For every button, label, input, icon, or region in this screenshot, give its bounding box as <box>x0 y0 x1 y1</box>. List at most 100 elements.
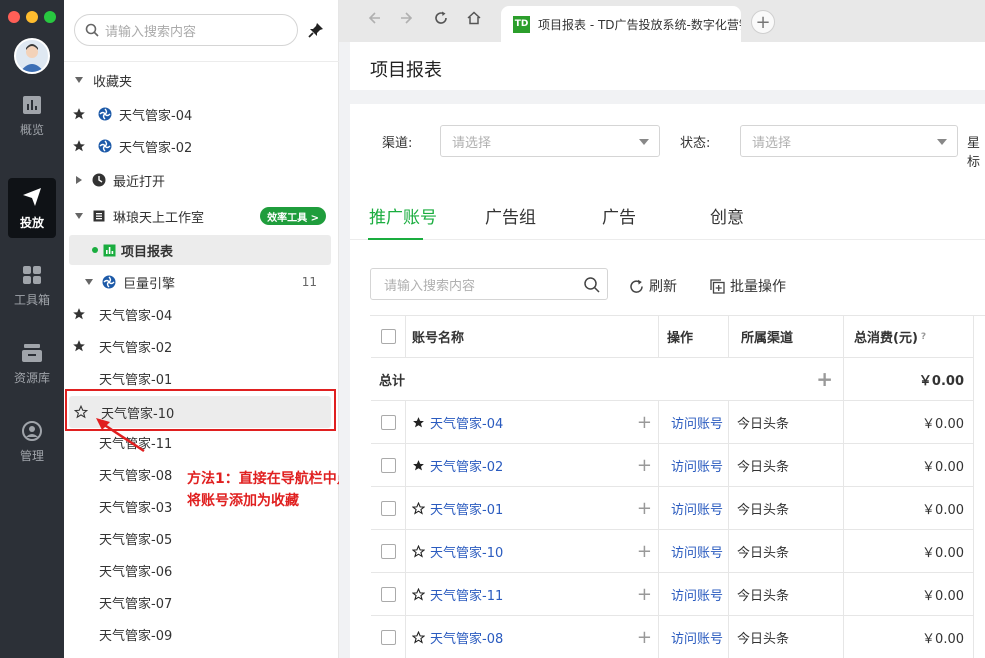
close-window-button[interactable] <box>8 11 20 23</box>
row-checkbox[interactable] <box>380 629 396 645</box>
engine-group[interactable]: 巨量引擎 11 <box>69 268 331 296</box>
star-filled-icon[interactable] <box>69 307 89 321</box>
row-checkbox[interactable] <box>380 543 396 559</box>
row-checkbox[interactable] <box>380 414 396 430</box>
visit-account-link[interactable]: 访问账号 <box>671 628 723 647</box>
spend-cell: ￥0.00 <box>844 616 974 658</box>
star-filled-icon[interactable] <box>412 416 425 429</box>
rail-item-toolbox[interactable]: 工具箱 <box>8 256 56 316</box>
rail-item-manage[interactable]: 管理 <box>8 412 56 472</box>
star-filled-icon[interactable] <box>412 459 425 472</box>
visit-account-link[interactable]: 访问账号 <box>671 413 723 432</box>
header-total-spend[interactable]: 总消费(元) ? <box>844 316 974 358</box>
favorite-name: 天气管家-04 <box>119 108 193 124</box>
refresh-button[interactable]: 刷新 <box>629 276 677 296</box>
help-icon[interactable]: ? <box>921 332 926 342</box>
tab-ad-groups[interactable]: 广告组 <box>485 203 536 228</box>
launch-icon <box>23 187 41 206</box>
chevron-right-icon <box>69 176 89 184</box>
chevron-down-icon <box>69 76 89 84</box>
row-checkbox[interactable] <box>380 586 396 602</box>
star-filled-icon[interactable] <box>69 139 89 153</box>
nav-item-project-report[interactable]: 项目报表 <box>69 235 331 265</box>
visit-account-link[interactable]: 访问账号 <box>671 499 723 518</box>
visit-account-link[interactable]: 访问账号 <box>671 585 723 604</box>
nav-account-item[interactable]: 天气管家-02 <box>69 332 331 360</box>
account-name-link[interactable]: 天气管家-04 <box>430 413 503 432</box>
spend-value: ￥0.00 <box>922 631 964 647</box>
channel-value: 今日头条 <box>737 588 790 604</box>
nav-account-item[interactable]: 天气管家-06 <box>69 556 331 584</box>
status-filter-label: 状态: <box>680 136 711 151</box>
expand-icon[interactable]: + <box>637 412 652 433</box>
add-column-icon[interactable]: + <box>816 367 833 391</box>
nav-account-item[interactable]: 天气管家-07 <box>69 588 331 616</box>
favorite-item[interactable]: 天气管家-02 <box>69 132 331 160</box>
reload-icon[interactable] <box>434 11 448 29</box>
table-row: 天气管家-10 + 访问账号 今日头条 ￥0.00 <box>371 530 985 573</box>
account-name-link[interactable]: 天气管家-11 <box>430 585 503 604</box>
workspace-label: 琳琅天上工作室 <box>113 210 205 226</box>
account-name-link[interactable]: 天气管家-10 <box>430 542 503 561</box>
back-icon[interactable] <box>367 11 381 29</box>
spend-value: ￥0.00 <box>922 545 964 561</box>
avatar[interactable] <box>14 38 50 74</box>
maximize-window-button[interactable] <box>44 11 56 23</box>
recent-group[interactable]: 最近打开 <box>69 166 331 194</box>
expand-icon[interactable]: + <box>637 455 652 476</box>
batch-operation-button[interactable]: 批量操作 <box>710 276 786 296</box>
status-select[interactable]: 请选择 <box>740 125 958 157</box>
table-search-input[interactable]: 请输入搜索内容 <box>370 268 608 300</box>
rail-item-launch[interactable]: 投放 <box>8 178 56 238</box>
row-checkbox[interactable] <box>380 457 396 473</box>
overview-icon <box>23 95 41 114</box>
star-filled-icon[interactable] <box>69 339 89 353</box>
select-all-checkbox[interactable] <box>380 329 396 344</box>
workspace-group[interactable]: 琳琅天上工作室 效率工具 > <box>69 202 331 230</box>
forward-icon[interactable] <box>400 11 414 29</box>
channel-cell: 今日头条 <box>729 530 844 573</box>
account-name-cell: 天气管家-10 + <box>406 530 659 573</box>
nav-account-name: 天气管家-07 <box>99 596 173 612</box>
minimize-window-button[interactable] <box>26 11 38 23</box>
expand-icon[interactable]: + <box>637 627 652 648</box>
engine-count: 11 <box>301 275 317 289</box>
pin-icon[interactable] <box>308 22 324 38</box>
expand-icon[interactable]: + <box>637 584 652 605</box>
expand-icon[interactable]: + <box>637 541 652 562</box>
star-outline-icon[interactable] <box>412 587 425 601</box>
tab-creatives[interactable]: 创意 <box>710 203 744 228</box>
channel-select[interactable]: 请选择 <box>440 125 660 157</box>
star-filled-icon[interactable] <box>69 107 89 121</box>
visit-account-link[interactable]: 访问账号 <box>671 542 723 561</box>
star-outline-icon[interactable] <box>412 630 425 644</box>
browser-tab[interactable]: TD 项目报表 - TD广告投放系统-数字化营销 <box>501 6 741 42</box>
account-name-link[interactable]: 天气管家-08 <box>430 628 503 647</box>
home-icon[interactable] <box>467 11 481 29</box>
nav-account-item[interactable]: 天气管家-01 <box>69 364 331 392</box>
rail-item-library[interactable]: 资源库 <box>8 334 56 394</box>
header-account-name[interactable]: 账号名称 <box>406 316 659 358</box>
expand-icon[interactable]: + <box>637 498 652 519</box>
efficiency-tool-button[interactable]: 效率工具 > <box>260 207 326 225</box>
tab-promo-accounts[interactable]: 推广账号 <box>369 203 437 228</box>
favorites-group[interactable]: 收藏夹 <box>69 66 331 94</box>
favorite-item[interactable]: 天气管家-04 <box>69 100 331 128</box>
account-name-link[interactable]: 天气管家-01 <box>430 499 503 518</box>
nav-search-input[interactable]: 请输入搜索内容 <box>74 14 298 46</box>
new-tab-button[interactable]: + <box>751 10 775 34</box>
star-outline-icon[interactable] <box>412 544 425 558</box>
nav-account-item[interactable]: 天气管家-05 <box>69 524 331 552</box>
visit-account-link[interactable]: 访问账号 <box>671 456 723 475</box>
account-name-link[interactable]: 天气管家-02 <box>430 456 503 475</box>
chevron-down-icon <box>69 212 89 220</box>
nav-account-item[interactable]: 天气管家-09 <box>69 620 331 648</box>
search-icon[interactable] <box>583 276 601 294</box>
rail-item-overview[interactable]: 概览 <box>8 86 56 146</box>
nav-account-name: 天气管家-03 <box>99 500 173 516</box>
channel-cell: 今日头条 <box>729 444 844 487</box>
nav-account-item[interactable]: 天气管家-04 <box>69 300 331 328</box>
row-checkbox[interactable] <box>380 500 396 516</box>
star-outline-icon[interactable] <box>412 501 425 515</box>
tab-ads[interactable]: 广告 <box>602 203 636 228</box>
